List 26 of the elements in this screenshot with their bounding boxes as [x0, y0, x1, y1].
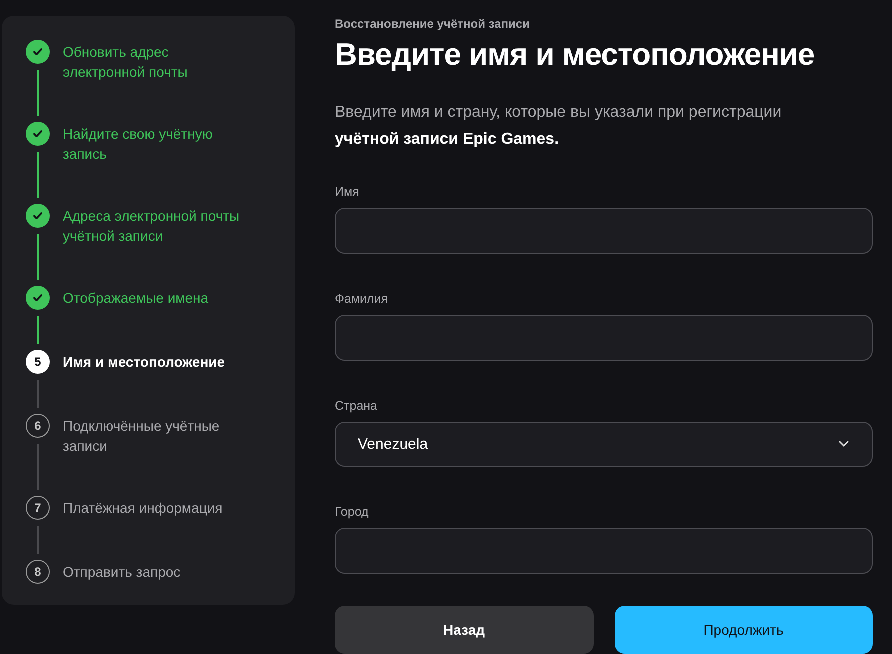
- step-label: Адреса электронной почты учётной записи: [63, 207, 241, 246]
- field-label: Город: [335, 505, 370, 520]
- step-label: Обновить адрес электронной почты: [63, 43, 189, 82]
- step-number: 5: [26, 350, 50, 374]
- eyebrow-title: Восстановление учётной записи: [335, 17, 531, 31]
- step-label: Найдите свою учётную запись: [63, 125, 214, 164]
- step-label: Платёжная информация: [63, 499, 224, 518]
- field-label: Фамилия: [335, 292, 390, 306]
- page-title: Введите имя и местоположение: [335, 36, 816, 74]
- input-field[interactable]: [335, 528, 873, 574]
- step-number: 8: [26, 560, 50, 584]
- step-label: Имя и местоположение: [63, 353, 226, 372]
- description: Введите имя и страну, которые вы указали при регистрации учётной записи Epic Games.: [335, 103, 783, 150]
- input-field[interactable]: [335, 314, 873, 360]
- chevron-down-icon: [838, 440, 850, 448]
- input-field[interactable]: [335, 208, 873, 254]
- step-number: 7: [26, 496, 50, 520]
- step-number: 6: [26, 414, 50, 438]
- step-label: Отображаемые имена: [63, 289, 210, 308]
- country-select[interactable]: Venezuela: [335, 422, 873, 468]
- step-label: Отправить запрос: [63, 563, 182, 582]
- back-button[interactable]: Назад: [335, 606, 594, 654]
- step-label: Подключённые учётные записи: [63, 417, 221, 456]
- field-label: Имя: [335, 185, 360, 199]
- field-label: Страна: [335, 398, 379, 412]
- continue-button[interactable]: Продолжить: [614, 606, 873, 654]
